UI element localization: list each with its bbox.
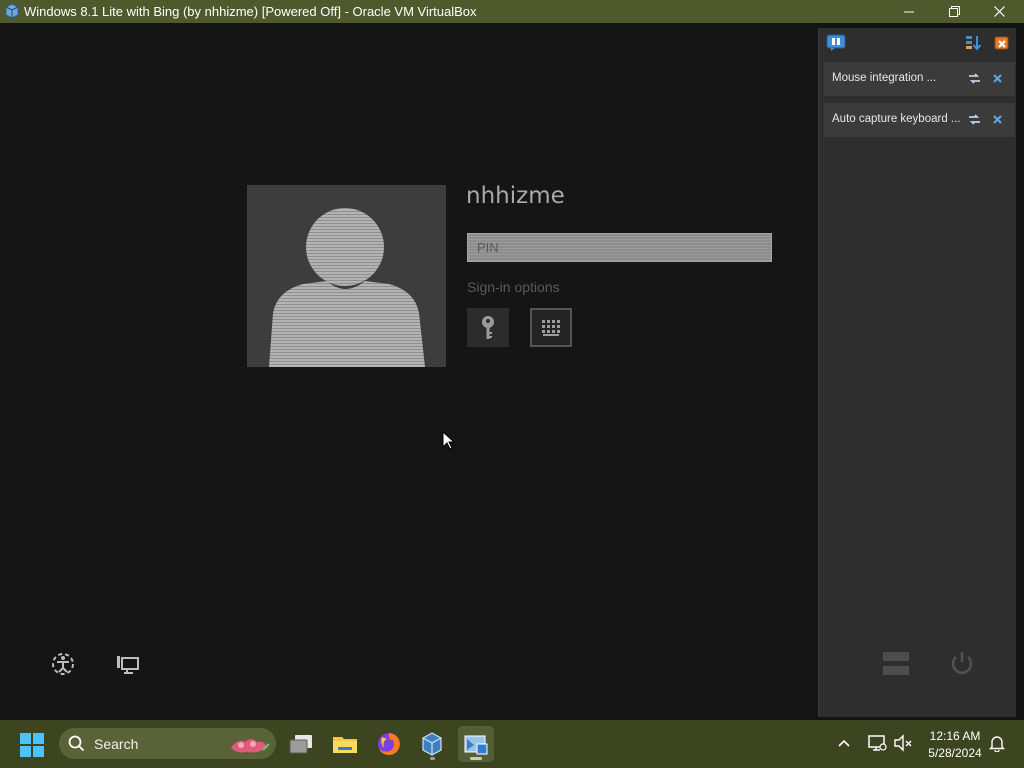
vm-window-button[interactable] bbox=[458, 726, 494, 762]
vm-display[interactable]: nhhizme Sign-in options bbox=[0, 23, 816, 720]
folder-icon bbox=[333, 737, 357, 753]
ease-of-access-icon[interactable] bbox=[49, 650, 77, 678]
search-box[interactable]: Search bbox=[59, 728, 276, 759]
firefox-icon bbox=[378, 733, 400, 755]
clock-date[interactable]: 5/28/2024 bbox=[924, 746, 986, 760]
network-icon[interactable] bbox=[113, 650, 141, 678]
key-icon bbox=[482, 315, 494, 339]
file-explorer-button[interactable] bbox=[327, 726, 363, 762]
notification-text: Mouse integration ... bbox=[832, 72, 937, 84]
minimize-button[interactable] bbox=[886, 0, 932, 23]
chevron-up-icon bbox=[838, 739, 850, 747]
clock-time[interactable]: 12:16 AM bbox=[928, 729, 982, 743]
notification-text: Auto capture keyboard ... bbox=[832, 113, 961, 125]
toggle-icon[interactable] bbox=[968, 72, 981, 85]
password-signin-option[interactable] bbox=[467, 308, 509, 347]
virtualbox-manager-button[interactable] bbox=[414, 726, 450, 762]
dismiss-all-icon[interactable] bbox=[993, 34, 1011, 52]
pin-signin-option[interactable] bbox=[530, 308, 572, 347]
active-indicator bbox=[470, 757, 482, 760]
virtualbox-vm-icon bbox=[464, 735, 488, 755]
task-view-button[interactable] bbox=[283, 726, 319, 762]
mouse-cursor-icon bbox=[442, 431, 456, 450]
language-icon bbox=[881, 648, 911, 680]
user-avatar bbox=[247, 185, 446, 367]
username-label: nhhizme bbox=[466, 183, 565, 209]
running-indicator bbox=[430, 757, 435, 760]
toggle-icon[interactable] bbox=[968, 113, 981, 126]
title-bar: Windows 8.1 Lite with Bing (by nhhizme) … bbox=[0, 0, 1024, 23]
notification-auto-capture-keyboard[interactable]: Auto capture keyboard ... bbox=[824, 103, 1015, 137]
taskbar: Search 12:16 AM 5/28/2024 bbox=[0, 720, 1024, 768]
sort-icon[interactable] bbox=[965, 34, 983, 52]
search-icon bbox=[68, 735, 85, 752]
network-status-icon[interactable] bbox=[867, 734, 887, 752]
virtualbox-app-icon[interactable] bbox=[4, 3, 20, 19]
search-highlight-icon bbox=[231, 739, 270, 753]
task-view-icon bbox=[289, 735, 312, 754]
start-button[interactable] bbox=[19, 732, 45, 758]
keypad-icon bbox=[542, 319, 560, 336]
restore-button[interactable] bbox=[931, 0, 977, 23]
notification-mouse-integration[interactable]: Mouse integration ... bbox=[824, 62, 1015, 96]
signin-options-link[interactable]: Sign-in options bbox=[467, 279, 560, 295]
pin-input[interactable] bbox=[467, 233, 772, 262]
notification-center-icon[interactable] bbox=[826, 34, 846, 52]
notifications-button[interactable] bbox=[988, 734, 1006, 753]
search-label: Search bbox=[94, 736, 139, 752]
firefox-button[interactable] bbox=[371, 726, 407, 762]
notification-center-panel: Mouse integration ... Auto capture keybo… bbox=[818, 28, 1016, 717]
close-button[interactable] bbox=[976, 0, 1022, 23]
show-hidden-icons-button[interactable] bbox=[836, 735, 852, 751]
window-title: Windows 8.1 Lite with Bing (by nhhizme) … bbox=[24, 4, 477, 19]
windows-logo-icon bbox=[20, 733, 44, 757]
power-icon bbox=[947, 648, 977, 678]
volume-muted-icon[interactable] bbox=[893, 734, 913, 752]
close-icon[interactable] bbox=[991, 113, 1004, 126]
virtualbox-icon bbox=[422, 732, 442, 756]
bell-icon bbox=[988, 736, 1006, 753]
close-icon[interactable] bbox=[991, 72, 1004, 85]
